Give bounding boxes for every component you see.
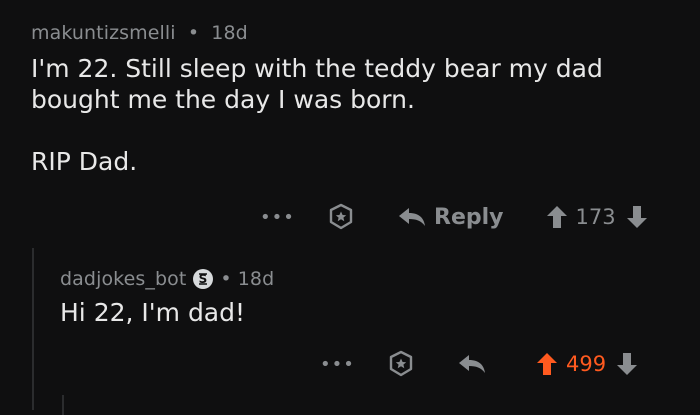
comment-meta: makuntizsmelli • 18d [31, 22, 671, 44]
comment-text-line: bought me the day I was born. [31, 85, 415, 114]
reply-arrow-icon [456, 351, 488, 377]
svg-text:S: S [199, 272, 208, 286]
comment-age: 18d [237, 268, 275, 290]
comment-parent: makuntizsmelli • 18d I'm 22. Still sleep… [31, 22, 671, 177]
comment-body: I'm 22. Still sleep with the teddy bear … [31, 53, 671, 177]
downvote-arrow-icon[interactable] [624, 204, 650, 230]
vote-controls: 499 [534, 351, 640, 377]
more-options-button[interactable]: ••• [260, 207, 294, 228]
comment-text-line: RIP Dad. [31, 147, 138, 176]
meta-separator: • [220, 268, 232, 290]
username[interactable]: dadjokes_bot [60, 268, 186, 290]
award-star-icon[interactable] [326, 202, 356, 232]
upvote-arrow-icon[interactable] [544, 204, 570, 230]
reply-button[interactable] [456, 351, 494, 377]
meta-separator: • [187, 22, 200, 44]
reply-arrow-icon [396, 204, 428, 230]
comment-age: 18d [211, 22, 248, 44]
reply-button[interactable]: Reply [396, 204, 504, 230]
vote-score: 499 [566, 352, 607, 376]
vote-score: 173 [575, 205, 616, 229]
comment-body: Hi 22, I'm dad! [60, 298, 246, 327]
upvote-arrow-icon[interactable] [534, 351, 560, 377]
vote-controls: 173 [544, 204, 650, 230]
comment-reply: dadjokes_bot S • 18d Hi 22, I'm dad! [60, 268, 660, 328]
thread-line[interactable] [62, 395, 64, 415]
reply-label: Reply [434, 204, 504, 230]
more-options-button[interactable]: ••• [320, 354, 354, 375]
bot-badge-icon: S [192, 268, 214, 290]
comment-actions: ••• Reply 173 [260, 199, 650, 235]
username[interactable]: makuntizsmelli [31, 22, 176, 44]
comment-actions: ••• 499 [320, 346, 640, 382]
comment-meta: dadjokes_bot S • 18d [60, 268, 660, 290]
thread-line[interactable] [32, 248, 34, 410]
downvote-arrow-icon[interactable] [614, 351, 640, 377]
comment-text-line: I'm 22. Still sleep with the teddy bear … [31, 54, 603, 83]
award-star-icon[interactable] [386, 349, 416, 379]
